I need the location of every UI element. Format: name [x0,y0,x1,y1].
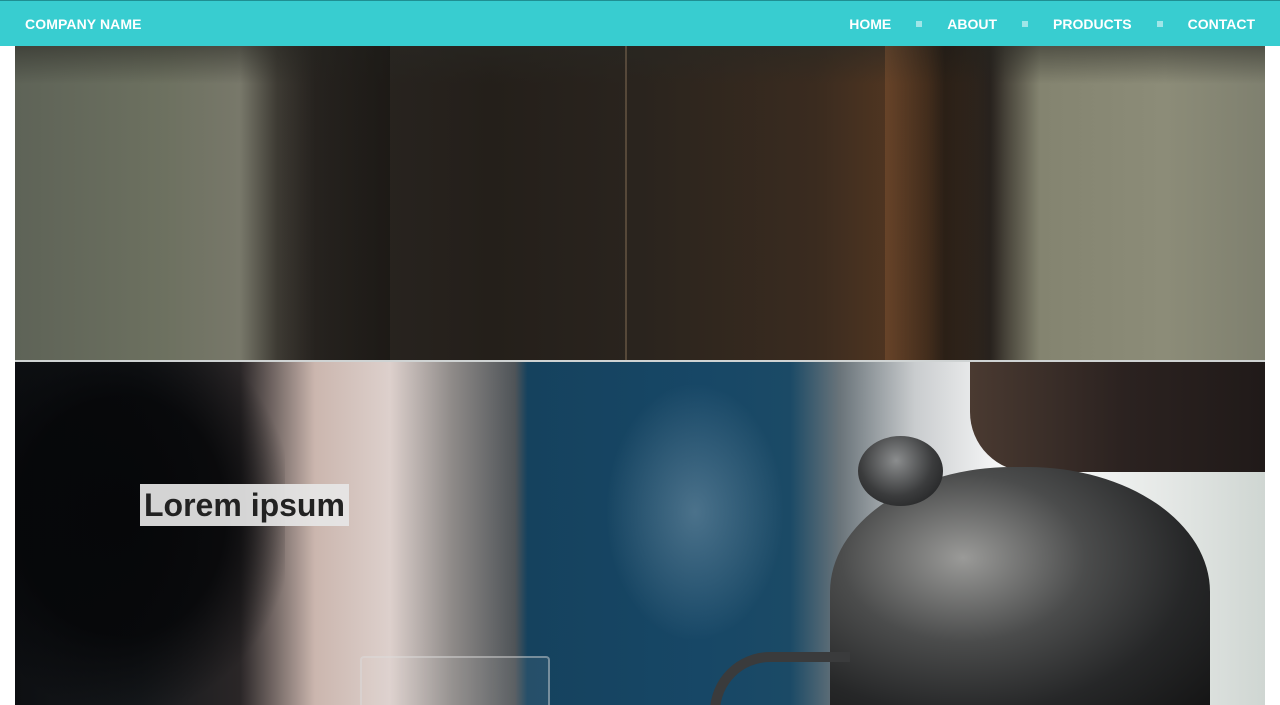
nav-separator [916,20,923,27]
jacket-left-shadow [280,46,390,360]
brand-logo-link[interactable]: COMPANY NAME [25,16,142,32]
jacket-seam [625,46,627,360]
nav-link-products[interactable]: PRODUCTS [1053,16,1132,32]
hero-heading: Lorem ipsum [140,484,349,527]
image-top-blur [15,46,1265,84]
hero-image-kettle [15,362,1265,705]
kettle-lid [858,436,943,506]
nav-link-contact[interactable]: CONTACT [1188,16,1255,32]
steam-cloud [605,382,785,642]
person-silhouette [15,362,285,705]
main-navigation: HOME ABOUT PRODUCTS CONTACT [849,16,1255,32]
top-navbar: COMPANY NAME HOME ABOUT PRODUCTS CONTACT [0,0,1280,46]
hero-image-jacket [15,46,1265,360]
nav-separator [1022,20,1029,27]
page-right-gutter [1265,46,1280,705]
hand-holding-kettle [970,362,1265,472]
nav-separator [1156,20,1163,27]
jacket-right-shadow [885,46,1005,360]
kettle-spout [710,652,850,705]
glass-vessel [360,656,550,705]
nav-link-home[interactable]: HOME [849,16,891,32]
nav-link-about[interactable]: ABOUT [947,16,997,32]
